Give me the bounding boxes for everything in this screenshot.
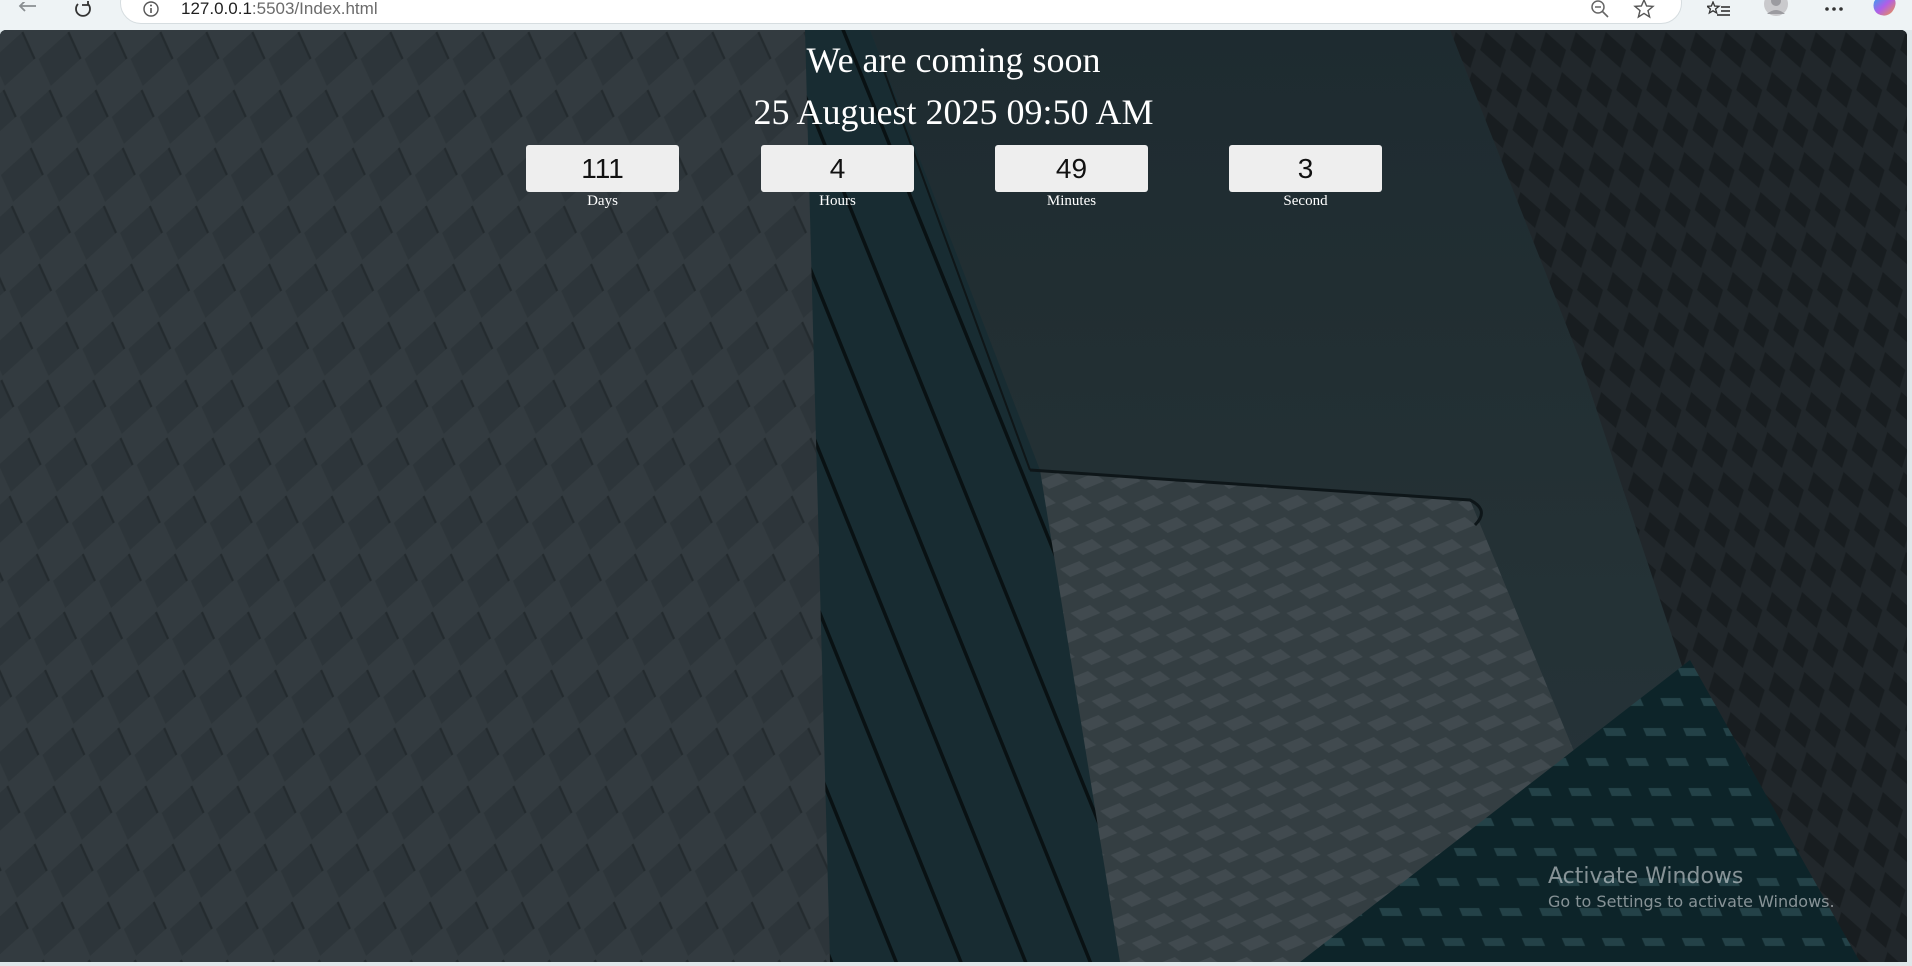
countdown-seconds: 3 Second [1229, 145, 1382, 210]
back-arrow-icon[interactable] [12, 0, 42, 18]
copilot-icon[interactable] [1870, 0, 1898, 18]
countdown-seconds-label: Second [1283, 193, 1328, 209]
countdown-minutes: 49 Minutes [995, 145, 1148, 210]
url-text[interactable]: 127.0.0.1:5503/Index.html [181, 0, 378, 19]
page-title: We are coming soon [806, 40, 1101, 80]
launch-date: 25 Auguest 2025 09:50 AM [753, 92, 1154, 132]
profile-avatar-icon[interactable] [1762, 0, 1790, 18]
countdown-minutes-label: Minutes [1046, 193, 1097, 209]
countdown-days-value: 111 [526, 145, 679, 192]
countdown-hours-value: 4 [761, 145, 914, 192]
countdown-hours: 4 Hours [761, 145, 914, 210]
countdown-days-label: Days [587, 193, 618, 209]
countdown-seconds-value: 3 [1229, 145, 1382, 192]
info-icon[interactable] [143, 1, 159, 17]
background-image [0, 30, 1907, 962]
windows-activation-watermark: Activate Windows Go to Settings to activ… [1548, 863, 1835, 913]
browser-toolbar: 127.0.0.1:5503/Index.html [0, 0, 1912, 30]
countdown-days: 111 Days [526, 145, 679, 210]
page-viewport: We are coming soon 25 Auguest 2025 09:50… [0, 30, 1907, 962]
address-bar[interactable]: 127.0.0.1:5503/Index.html [120, 0, 1682, 24]
url-path: :5503/Index.html [251, 0, 378, 18]
watermark-subtitle: Go to Settings to activate Windows. [1548, 892, 1835, 911]
zoom-out-icon[interactable] [1589, 0, 1611, 19]
more-options-icon[interactable] [1820, 0, 1848, 18]
countdown-hours-label: Hours [819, 193, 856, 209]
favorite-star-icon[interactable] [1633, 0, 1655, 19]
countdown-minutes-value: 49 [995, 145, 1148, 192]
watermark-title: Activate Windows [1548, 864, 1744, 889]
reload-icon[interactable] [68, 0, 98, 18]
favorites-list-icon[interactable] [1705, 0, 1733, 18]
url-host: 127.0.0.1 [181, 0, 252, 18]
